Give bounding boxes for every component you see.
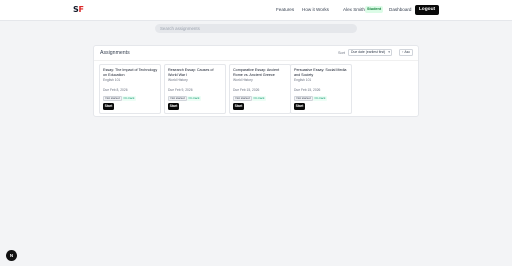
status-badge: Not started: [233, 96, 253, 101]
sort-select-value: Due date (earliest first): [351, 50, 386, 54]
search-placeholder: Search assignments: [160, 26, 200, 31]
card-due-date: Due Feb 8, 2026: [103, 88, 128, 92]
sort-label: Sort: [338, 51, 345, 55]
status-badge: Not started: [168, 96, 188, 101]
assignments-panel: Assignments Sort Due date (earliest firs…: [93, 45, 419, 117]
floating-action-button[interactable]: N: [6, 250, 17, 261]
logo-letter-f: F: [78, 5, 84, 14]
on-track-badge: On track: [122, 96, 136, 101]
card-subject: World History: [168, 78, 188, 82]
nav-how-it-works-link[interactable]: How it Works: [302, 7, 329, 12]
status-badge: Not started: [294, 96, 314, 101]
on-track-badge: On track: [313, 96, 327, 101]
assignment-card: Comparative Essay: Ancient Rome vs. Anci…: [229, 64, 291, 114]
card-due-date: Due Feb 15, 2026: [233, 88, 260, 92]
start-button[interactable]: Start: [103, 103, 114, 110]
on-track-badge: On track: [187, 96, 201, 101]
assignment-card: Persuasive Essay: Social Media and Socie…: [290, 64, 352, 114]
status-badge: Not started: [103, 96, 123, 101]
card-subject: English 101: [294, 78, 312, 82]
divider: [94, 60, 418, 61]
logout-button[interactable]: Logout: [415, 5, 439, 15]
on-track-badge: On track: [252, 96, 266, 101]
search-input[interactable]: Search assignments: [155, 24, 357, 33]
card-subject: World History: [233, 78, 253, 82]
card-title: Comparative Essay: Ancient Rome vs. Anci…: [233, 68, 280, 77]
user-name: Alex Smith: [343, 7, 365, 12]
chevron-down-icon: ▾: [388, 50, 390, 54]
card-title: Research Essay: Causes of World War I: [168, 68, 214, 77]
role-badge: Student: [365, 6, 384, 13]
start-button[interactable]: Start: [294, 103, 305, 110]
top-navbar: SF Features How it Works Alex Smith Stud…: [0, 0, 512, 21]
card-due-date: Due Feb 15, 2026: [294, 88, 321, 92]
card-due-date: Due Feb 9, 2026: [168, 88, 193, 92]
assignment-card: Research Essay: Causes of World War I Wo…: [164, 64, 226, 114]
sort-select[interactable]: Due date (earliest first) ▾: [348, 49, 392, 56]
card-title: Persuasive Essay: Social Media and Socie…: [294, 68, 347, 77]
nav-features-link[interactable]: Features: [276, 7, 294, 12]
start-button[interactable]: Start: [168, 103, 179, 110]
logo[interactable]: SF: [73, 5, 84, 14]
panel-title: Assignments: [100, 50, 130, 56]
start-button[interactable]: Start: [233, 103, 244, 110]
assignment-card: Essay: The Impact of Technology on Educa…: [99, 64, 161, 114]
dashboard-link[interactable]: Dashboard: [389, 7, 411, 12]
card-title: Essay: The Impact of Technology on Educa…: [103, 68, 158, 77]
card-subject: English 101: [103, 78, 121, 82]
sort-direction-button[interactable]: ↑ Asc: [399, 49, 413, 56]
